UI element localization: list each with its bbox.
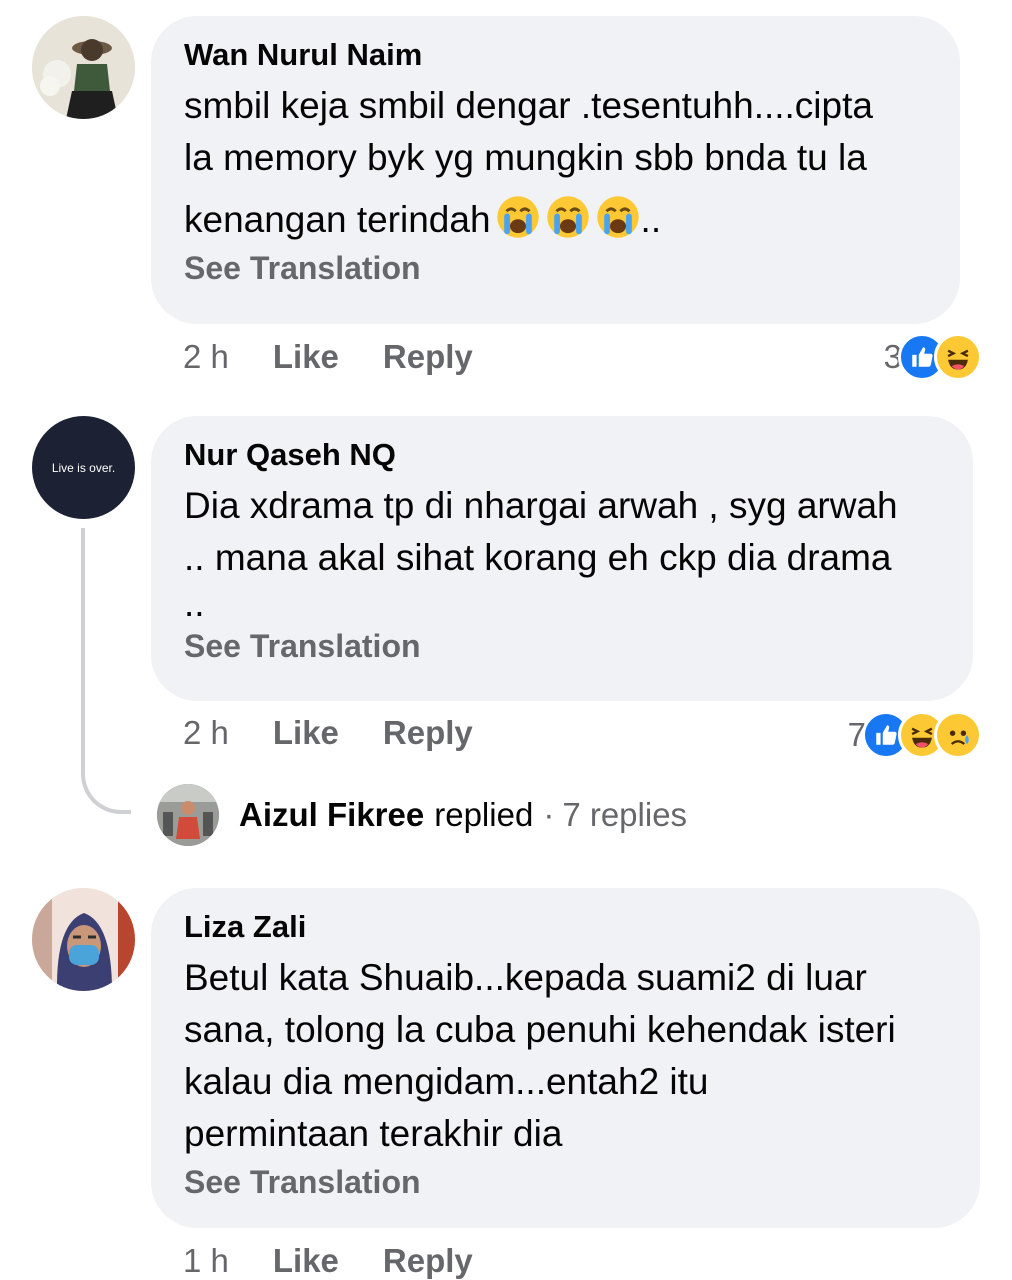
avatar[interactable] bbox=[32, 16, 135, 119]
comment-text: Dia xdrama tp di nhargai arwah , syg arw… bbox=[184, 480, 941, 624]
comment-text-line: permintaan terakhir dia bbox=[184, 1113, 563, 1154]
comment-author[interactable]: Liza Zali bbox=[184, 908, 948, 946]
timestamp[interactable]: 2 h bbox=[183, 714, 229, 752]
comment-text: smbil keja smbil dengar .tesentuhh....ci… bbox=[184, 80, 928, 246]
reply-author[interactable]: Aizul Fikree bbox=[239, 796, 424, 834]
comment-text-line: sana, tolong la cuba penuhi kehendak ist… bbox=[184, 1009, 896, 1050]
reply-button[interactable]: Reply bbox=[383, 338, 473, 376]
reply-count[interactable]: 7 replies bbox=[562, 796, 687, 834]
thread-line bbox=[81, 528, 131, 814]
timestamp[interactable]: 2 h bbox=[183, 338, 229, 376]
like-button[interactable]: Like bbox=[273, 338, 339, 376]
comment-text-line: kenangan terindah.. bbox=[184, 194, 928, 246]
reactions-summary[interactable]: 7 bbox=[848, 711, 982, 759]
reply-button[interactable]: Reply bbox=[383, 1242, 473, 1280]
see-translation-link[interactable]: See Translation bbox=[184, 250, 928, 287]
avatar[interactable] bbox=[32, 888, 135, 991]
comment-bubble: Nur Qaseh NQ Dia xdrama tp di nhargai ar… bbox=[151, 416, 973, 701]
reactions-summary[interactable]: 3 bbox=[884, 333, 982, 381]
avatar bbox=[157, 784, 219, 846]
crying-emoji-icon bbox=[545, 194, 591, 240]
comment-text-line: la memory byk yg mungkin sbb bnda tu la bbox=[184, 137, 867, 178]
avatar[interactable]: Live is over. bbox=[32, 416, 135, 519]
comment-author[interactable]: Nur Qaseh NQ bbox=[184, 436, 941, 474]
reply-separator: · bbox=[543, 796, 555, 833]
comment-text-line: Betul kata Shuaib...kepada suami2 di lua… bbox=[184, 957, 867, 998]
comment-text-line: .. bbox=[184, 583, 205, 624]
comment-text-line: Dia xdrama tp di nhargai arwah , syg arw… bbox=[184, 485, 898, 526]
comment-text-line: kalau dia mengidam...entah2 itu bbox=[184, 1061, 709, 1102]
comment-text-line: .. mana akal sihat korang eh ckp dia dra… bbox=[184, 537, 892, 578]
reply-button[interactable]: Reply bbox=[383, 714, 473, 752]
comment-actions: 2 h Like Reply bbox=[183, 338, 473, 376]
crying-emoji-icon bbox=[595, 194, 641, 240]
see-translation-link[interactable]: See Translation bbox=[184, 628, 941, 665]
timestamp[interactable]: 1 h bbox=[183, 1242, 229, 1280]
comment-author[interactable]: Wan Nurul Naim bbox=[184, 36, 928, 74]
comment-text: Betul kata Shuaib...kepada suami2 di lua… bbox=[184, 952, 948, 1160]
comment-text-line: smbil keja smbil dengar .tesentuhh....ci… bbox=[184, 85, 873, 126]
see-translation-link[interactable]: See Translation bbox=[184, 1164, 948, 1201]
comment-text-segment: kenangan terindah bbox=[184, 199, 491, 240]
comment-bubble: Liza Zali Betul kata Shuaib...kepada sua… bbox=[151, 888, 980, 1228]
like-button[interactable]: Like bbox=[273, 1242, 339, 1280]
reply-verb: replied bbox=[434, 796, 534, 833]
comment-bubble: Wan Nurul Naim smbil keja smbil dengar .… bbox=[151, 16, 960, 324]
haha-reaction-icon bbox=[934, 333, 982, 381]
comment-actions: 1 h Like Reply bbox=[183, 1242, 473, 1280]
crying-emoji-icon bbox=[495, 194, 541, 240]
like-button[interactable]: Like bbox=[273, 714, 339, 752]
replies-summary[interactable]: Aizul Fikree replied · 7 replies bbox=[157, 784, 687, 846]
sad-reaction-icon bbox=[934, 711, 982, 759]
avatar-text: Live is over. bbox=[51, 460, 116, 475]
comment-actions: 2 h Like Reply bbox=[183, 714, 473, 752]
comment-text-segment: .. bbox=[640, 199, 662, 240]
